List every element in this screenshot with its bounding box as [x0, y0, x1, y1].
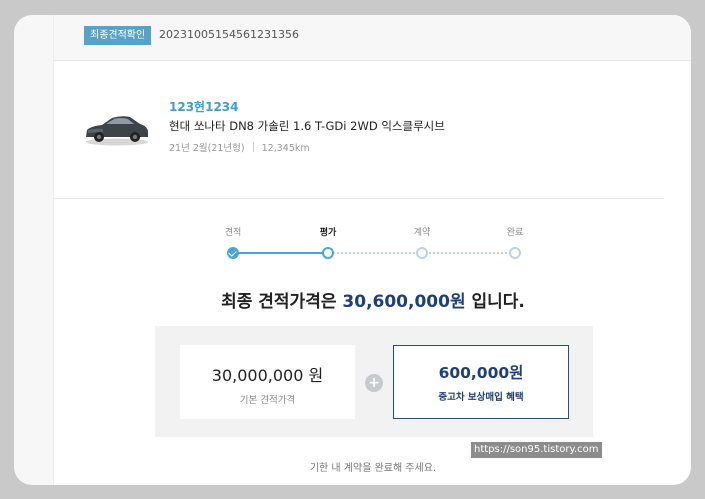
final-price-amount: 30,600,000원	[342, 292, 466, 312]
price-breakdown: 30,000,000 원 기본 견적가격 + 600,000원 중고차 보상매입…	[155, 326, 593, 437]
base-price-card: 30,000,000 원 기본 견적가격	[180, 345, 355, 419]
final-price-suffix: 입니다.	[471, 292, 525, 312]
quote-card: 최종견적확인 20231005154561231356 123현1234 현대 …	[14, 15, 691, 485]
bonus-value: 600,000원	[438, 364, 524, 382]
content-panel: 최종견적확인 20231005154561231356 123현1234 현대 …	[53, 15, 691, 485]
progress-steps: 견적 평가 계약 완료	[54, 225, 691, 265]
step-label-complete: 완료	[506, 228, 524, 238]
base-price-label: 기본 견적가격	[239, 395, 296, 406]
deadline-notice: 기한 내 계약을 완료해 주세요.	[309, 463, 437, 474]
car-image	[86, 116, 148, 146]
car-meta: 21년 2월(21년형) 12,345km	[169, 140, 310, 154]
base-price-value: 30,000,000 원	[211, 366, 324, 385]
section-divider	[54, 198, 664, 199]
progress-line-done	[233, 252, 328, 254]
car-model: 현대 쏘나타 DN8 가솔린 1.6 T-GDi 2WD 익스클루시브	[169, 119, 445, 133]
step-dot-quote	[227, 247, 239, 259]
step-label-evaluation: 평가	[319, 228, 337, 238]
step-label-quote: 견적	[224, 228, 242, 238]
car-mileage: 12,345km	[261, 143, 310, 154]
step-dot-evaluation	[322, 247, 334, 259]
quote-number: 20231005154561231356	[159, 28, 299, 41]
step-dot-complete	[509, 247, 521, 259]
step-label-contract: 계약	[413, 228, 431, 238]
quote-header: 최종견적확인 20231005154561231356	[54, 15, 691, 61]
step-dot-contract	[416, 247, 428, 259]
trade-in-bonus-card: 600,000원 중고차 보상매입 혜택	[393, 345, 569, 419]
watermark: https://son95.tistory.com	[471, 442, 602, 458]
car-year: 21년 2월(21년형)	[169, 143, 245, 154]
final-quote-badge: 최종견적확인	[84, 26, 152, 45]
bonus-label: 중고차 보상매입 혜택	[438, 392, 524, 403]
license-plate: 123현1234	[169, 100, 239, 114]
plus-icon: +	[365, 374, 383, 392]
final-price-prefix: 최종 견적가격은	[221, 292, 337, 312]
final-price-heading: 최종 견적가격은 30,600,000원 입니다.	[54, 287, 691, 312]
meta-divider	[252, 142, 254, 152]
